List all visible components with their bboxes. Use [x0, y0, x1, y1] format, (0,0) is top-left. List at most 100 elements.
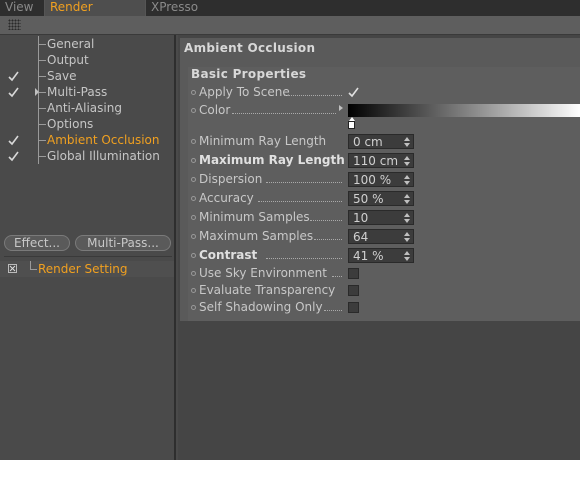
- expand-arrow-icon[interactable]: [35, 88, 39, 96]
- divider: [4, 256, 172, 257]
- animate-dot-icon[interactable]: [191, 234, 196, 239]
- spinner-arrows-icon[interactable]: [404, 156, 410, 166]
- self-shadowing-checkbox[interactable]: [348, 302, 359, 313]
- animate-dot-icon[interactable]: [191, 177, 196, 182]
- multi-pass-button[interactable]: Multi-Pass...: [75, 235, 171, 251]
- tree-line: [38, 84, 47, 100]
- checkmark-icon[interactable]: [8, 151, 19, 162]
- animate-dot-icon[interactable]: [191, 108, 196, 113]
- contrast-field[interactable]: 41 %: [348, 248, 414, 263]
- max-ray-length-label: Maximum Ray Length: [199, 153, 345, 167]
- tree-line: [38, 148, 47, 164]
- min-ray-length-field[interactable]: 0 cm: [348, 134, 414, 149]
- nav-item-label: Output: [47, 53, 89, 67]
- min-samples-field[interactable]: 10: [348, 210, 414, 225]
- animate-dot-icon[interactable]: [191, 271, 196, 276]
- tab-view[interactable]: View: [0, 0, 45, 16]
- nav-item-global-illumination[interactable]: Global Illumination: [0, 148, 174, 164]
- animate-dot-icon[interactable]: [191, 139, 196, 144]
- tree-line: [38, 36, 47, 52]
- tree-line: [38, 132, 47, 148]
- render-settings-window: View Render Settings XPresso Editor Gene…: [0, 0, 580, 460]
- color-row: Color: [188, 102, 580, 132]
- dotted-leader: [324, 310, 342, 311]
- field-value: 0 cm: [353, 135, 383, 149]
- expand-arrow-icon[interactable]: [339, 105, 343, 111]
- checkmark-icon[interactable]: [8, 87, 19, 98]
- animate-dot-icon[interactable]: [191, 215, 196, 220]
- animate-dot-icon[interactable]: [191, 253, 196, 258]
- min-ray-length-row: Minimum Ray Length 0 cm: [188, 133, 580, 151]
- apply-to-scene-checkbox[interactable]: [348, 87, 359, 98]
- nav-item-label: Ambient Occlusion: [47, 133, 160, 147]
- dotted-leader: [314, 239, 342, 240]
- min-samples-row: Minimum Samples 10: [188, 209, 580, 227]
- eval-transparency-checkbox[interactable]: [348, 285, 359, 296]
- apply-to-scene-row: Apply To Scene: [188, 84, 580, 102]
- contrast-row: Contrast 41 %: [188, 247, 580, 265]
- animate-dot-icon[interactable]: [191, 288, 196, 293]
- checkmark-icon: [348, 87, 359, 98]
- field-value: 50 %: [353, 192, 384, 206]
- nav-item-options[interactable]: Options: [0, 116, 174, 132]
- tab-bar: View Render Settings XPresso Editor: [0, 0, 580, 29]
- render-setting-row[interactable]: Render Setting: [0, 261, 174, 277]
- spinner-arrows-icon[interactable]: [404, 251, 410, 261]
- animate-dot-icon[interactable]: [191, 90, 196, 95]
- nav-item-output[interactable]: Output: [0, 52, 174, 68]
- dispersion-field[interactable]: 100 %: [348, 172, 414, 187]
- nav-item-ambient-occlusion[interactable]: Ambient Occlusion: [0, 132, 174, 148]
- color-gradient-bar[interactable]: [348, 104, 580, 117]
- group-title: Basic Properties: [191, 67, 307, 81]
- nav-item-label: Options: [47, 117, 94, 131]
- field-value: 41 %: [353, 249, 384, 263]
- nav-item-anti-aliasing[interactable]: Anti-Aliasing: [0, 100, 174, 116]
- tree-line: [38, 52, 47, 68]
- animate-dot-icon[interactable]: [191, 305, 196, 310]
- tree-line: [30, 261, 37, 270]
- settings-nav-panel: General Output Save Multi-Pass Anti-Alia…: [0, 35, 176, 460]
- nav-item-general[interactable]: General: [0, 36, 174, 52]
- grip-handle-icon[interactable]: [8, 19, 21, 30]
- max-samples-label: Maximum Samples: [199, 229, 314, 243]
- gradient-knob[interactable]: [348, 121, 355, 129]
- eval-transparency-label: Evaluate Transparency: [199, 283, 336, 297]
- eval-transparency-row: Evaluate Transparency: [188, 282, 580, 300]
- ambient-occlusion-panel: Ambient Occlusion Basic Properties Apply…: [180, 38, 580, 321]
- effect-button[interactable]: Effect...: [4, 235, 70, 251]
- spinner-arrows-icon[interactable]: [404, 213, 410, 223]
- self-shadowing-label: Self Shadowing Only: [199, 300, 323, 314]
- tab-xpresso-editor[interactable]: XPresso Editor: [146, 0, 242, 29]
- field-value: 100 %: [353, 173, 392, 187]
- min-ray-length-label: Minimum Ray Length: [199, 134, 327, 148]
- checkmark-icon[interactable]: [8, 71, 19, 82]
- tab-render-settings[interactable]: Render Settings: [45, 0, 146, 29]
- min-samples-label: Minimum Samples: [199, 210, 310, 224]
- dotted-leader: [284, 95, 342, 96]
- dotted-leader: [266, 182, 342, 183]
- max-ray-length-field[interactable]: 110 cm: [348, 153, 414, 168]
- collapse-box-icon[interactable]: [8, 264, 17, 273]
- max-ray-length-row: Maximum Ray Length 110 cm: [188, 152, 580, 170]
- dotted-leader: [332, 276, 342, 277]
- toolbar: [0, 16, 580, 35]
- nav-item-label: General: [47, 37, 95, 51]
- checkmark-icon[interactable]: [8, 135, 19, 146]
- use-sky-checkbox[interactable]: [348, 268, 359, 279]
- accuracy-label: Accuracy: [199, 191, 254, 205]
- nav-item-label: Multi-Pass: [47, 85, 108, 99]
- spinner-arrows-icon[interactable]: [404, 175, 410, 185]
- max-samples-field[interactable]: 64: [348, 229, 414, 244]
- animate-dot-icon[interactable]: [191, 158, 196, 163]
- field-value: 64: [353, 230, 369, 244]
- use-sky-label: Use Sky Environment: [199, 266, 327, 280]
- color-label: Color: [199, 103, 231, 117]
- accuracy-field[interactable]: 50 %: [348, 191, 414, 206]
- animate-dot-icon[interactable]: [191, 196, 196, 201]
- field-value: 110 cm: [353, 154, 399, 168]
- spinner-arrows-icon[interactable]: [404, 137, 410, 147]
- nav-item-multi-pass[interactable]: Multi-Pass: [0, 84, 174, 100]
- nav-item-save[interactable]: Save: [0, 68, 174, 84]
- spinner-arrows-icon[interactable]: [404, 232, 410, 242]
- spinner-arrows-icon[interactable]: [404, 194, 410, 204]
